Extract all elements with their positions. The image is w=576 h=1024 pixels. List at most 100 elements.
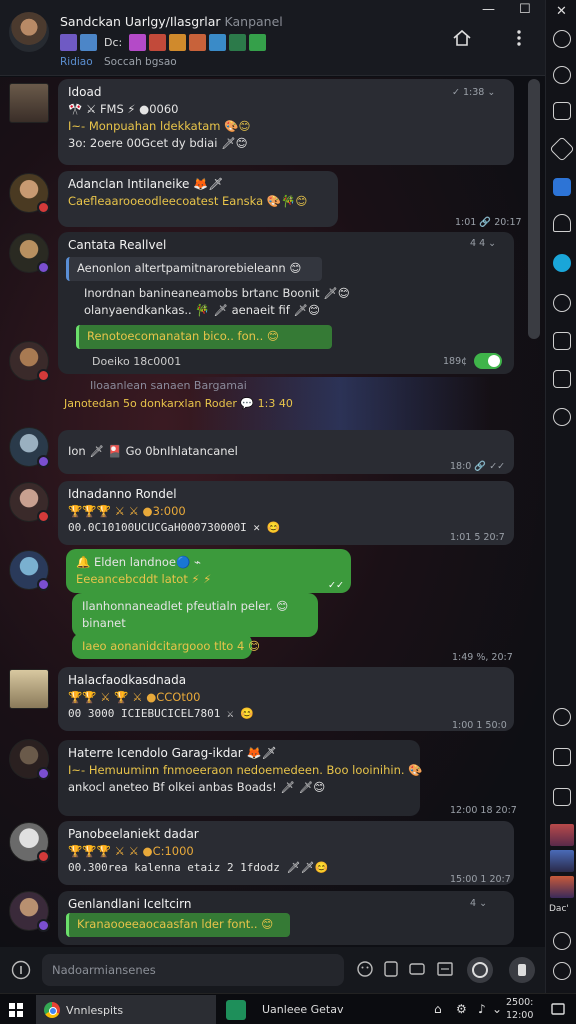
message-bubble[interactable]: Iaeo aonanidcitargooo tlto 4 😊 <box>72 633 260 659</box>
group-subtitle: Ridiao Soccah bgsao <box>60 56 177 68</box>
check-circle-icon[interactable] <box>553 708 571 726</box>
info-icon[interactable] <box>11 960 31 980</box>
copy-icon[interactable] <box>553 370 571 388</box>
calendar-icon[interactable] <box>553 788 571 806</box>
group-title[interactable]: Sandckan Uarlgy/Ilasgrlar Kanpanel <box>60 14 283 29</box>
message-time: 1:01 🔗 20:17 <box>455 217 522 228</box>
quote-line: Renotoecomanatan bico.. fon.. 😊 <box>87 329 279 343</box>
sticker-image[interactable] <box>229 33 247 51</box>
app-icon[interactable] <box>226 1000 246 1020</box>
avatar[interactable] <box>9 233 50 274</box>
sidebar-item-active[interactable] <box>553 178 571 196</box>
highlight-quote[interactable]: Renotoecomanatan bico.. fon.. 😊 <box>76 325 332 349</box>
bell-icon[interactable] <box>553 214 571 232</box>
message-sender: Idoad <box>68 85 102 99</box>
message-bubble[interactable]: Ion 🗡 🎴 Go 0bnIhlatancanel <box>58 430 514 474</box>
maximize-button[interactable]: ☐ <box>519 2 531 17</box>
thumbnail-image[interactable] <box>550 850 574 872</box>
avatar[interactable] <box>9 669 49 709</box>
avatar[interactable] <box>9 341 50 382</box>
sticker-icon[interactable] <box>436 960 454 978</box>
voice-icon[interactable] <box>466 956 494 984</box>
sticker-image[interactable] <box>149 33 167 51</box>
sticker-image[interactable] <box>249 33 267 51</box>
window-controls: — ☐ <box>482 2 531 17</box>
message-bubble[interactable]: 🔔 Elden landnoe🔵 ⌁ Eeeancebcddt latot ⚡ … <box>66 549 351 593</box>
send-icon[interactable] <box>508 956 536 984</box>
group-avatar[interactable] <box>9 12 49 52</box>
thumbnail-image[interactable] <box>550 876 574 898</box>
globe-icon[interactable] <box>553 66 571 84</box>
clock-icon[interactable] <box>553 962 571 980</box>
settings-icon[interactable]: ⚙ <box>456 1002 467 1016</box>
status-badge <box>37 369 50 382</box>
compass-icon[interactable] <box>553 254 571 272</box>
taskbar-chrome-label: Vnnlespits <box>66 1004 124 1017</box>
more-vertical-icon[interactable] <box>512 28 526 48</box>
avatar[interactable] <box>9 739 50 780</box>
minimize-button[interactable]: — <box>482 2 495 17</box>
avatar[interactable] <box>9 822 50 863</box>
window-icon[interactable] <box>553 102 571 120</box>
avatar[interactable] <box>9 173 50 214</box>
message-line: Caefleaarooeodleecoatest Eanska 🎨🎋😊 <box>68 194 308 208</box>
highlight-quote[interactable]: Kranaooeeaocaasfan lder font.. 😊 <box>66 913 290 937</box>
message-bubble[interactable]: Panobeelaniekt dadar 🏆🏆🏆 ⚔ ⚔ ●C:1000 00.… <box>58 821 514 885</box>
message-line: I~- Hemuuminn fnmoeeraon nedoemedeen. Bo… <box>68 763 423 777</box>
status-badge <box>37 455 50 468</box>
chevron-down-icon[interactable]: ⌄ <box>492 1002 502 1016</box>
sound-icon[interactable]: ♪ <box>478 1002 486 1016</box>
notification-icon[interactable]: ⌂ <box>434 1002 442 1016</box>
settings-icon[interactable] <box>553 30 571 48</box>
taskbar-clock[interactable]: 2500: 12:00 <box>506 996 533 1022</box>
reply-quote[interactable]: Aenonlon altertpamitnarorebieleann 😊 <box>66 257 322 281</box>
message-bubble[interactable]: Ilanhonnaneadlet pfeutialn peler. 😊 bina… <box>72 593 318 637</box>
sidebar-label: Dac' <box>549 904 569 914</box>
gear-icon[interactable] <box>553 932 571 950</box>
gif-icon[interactable] <box>408 960 426 978</box>
avatar[interactable] <box>9 427 50 468</box>
thumbnail-image[interactable] <box>550 824 574 846</box>
sticker-image[interactable] <box>80 33 97 51</box>
scrollbar-thumb[interactable] <box>528 79 540 339</box>
message-bubble[interactable]: Idoad 🎌 ⚔ FMS ⚡ ●0060 I~- Monpuahan ldek… <box>58 79 514 165</box>
avatar[interactable] <box>9 550 50 591</box>
emoji-icon[interactable] <box>356 960 374 978</box>
close-button[interactable]: ✕ <box>556 4 567 19</box>
action-center-icon[interactable] <box>550 1002 566 1018</box>
sticker-image[interactable] <box>129 33 147 51</box>
sticker-image[interactable] <box>169 33 187 51</box>
home-icon[interactable] <box>452 28 472 48</box>
windows-start-icon[interactable] <box>9 1003 23 1017</box>
message-bubble[interactable]: Haterre Icendolo Garag-ikdar 🦊🗡 I~- Hemu… <box>58 740 423 816</box>
right-sidebar: ✕ Dac' <box>545 0 576 993</box>
status-badge <box>37 510 50 523</box>
status-badge <box>37 850 50 863</box>
message-line: olanyaendkankas.. 🎋 🗡 aenaeit fif 🗡😊 <box>84 303 320 317</box>
attach-icon[interactable] <box>382 960 400 978</box>
message-line: binanet <box>82 616 126 630</box>
user-icon[interactable] <box>553 748 571 766</box>
sticker-image[interactable] <box>189 33 207 51</box>
taskbar-app-label[interactable]: Uanleee Getav <box>262 1003 343 1016</box>
avatar[interactable] <box>9 891 50 932</box>
message-list[interactable]: Idoad 🎌 ⚔ FMS ⚡ ●0060 I~- Monpuahan ldek… <box>0 77 545 947</box>
avatar[interactable] <box>9 83 49 123</box>
message-bubble[interactable]: Idnadanno Rondel 🏆🏆🏆 ⚔ ⚔ ●3:000 00.0C101… <box>58 481 514 545</box>
message-bubble[interactable]: Halacfaodkasdnada 🏆🏆 ⚔ 🏆 ⚔ ●CCOt00 00 30… <box>58 667 514 731</box>
clock-icon[interactable] <box>553 294 571 312</box>
sticker-image[interactable] <box>209 33 227 51</box>
status-badge <box>37 767 50 780</box>
system-line: Janotedan 5o donkarxlan Roder 💬 1:3 40 <box>64 397 293 410</box>
sticker-image[interactable] <box>60 33 77 51</box>
status-badge <box>37 201 50 214</box>
avatar[interactable] <box>9 482 50 523</box>
inbox-icon[interactable] <box>553 332 571 350</box>
chat-icon[interactable] <box>553 408 571 426</box>
reaction-toggle[interactable] <box>474 353 502 369</box>
message-input[interactable]: Nadoarmiansenes <box>42 954 344 986</box>
message-line: 3o: 2oere 00Gcet dy bdiai 🗡😊 <box>68 136 248 150</box>
message-bubble[interactable]: Adanclan Intilaneike 🦊🗡 Caefleaarooeodle… <box>58 171 338 227</box>
taskbar-chrome-button[interactable]: Vnnlespits <box>36 995 216 1024</box>
tag-icon[interactable] <box>549 136 575 162</box>
